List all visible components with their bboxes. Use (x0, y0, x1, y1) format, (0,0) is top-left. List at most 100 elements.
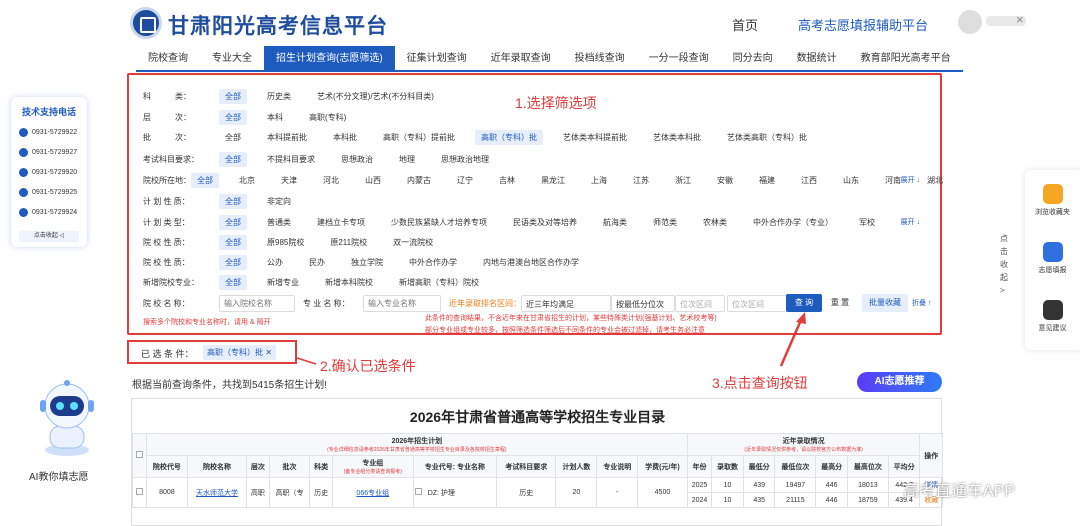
column-header-text: 专业代号: 专业名称 (424, 463, 486, 471)
column-header-text: 平均分 (893, 463, 915, 471)
tuition: 4500 (637, 477, 688, 508)
right-panel-label: 意见建议 (1038, 325, 1067, 332)
side-collapse-toggle[interactable]: 点击收起 > (1000, 232, 1010, 297)
column-header-text: 专业组 (362, 460, 384, 467)
column-header: 考试科目要求 (496, 455, 557, 478)
column-header-text: 最低分 (748, 463, 770, 471)
subject-cell: 历史 (496, 477, 557, 508)
level-cell: 高职 (246, 477, 270, 508)
column-header: 院校代号 (146, 455, 188, 478)
right-panel-item-1[interactable]: 志愿填报 (1025, 242, 1080, 275)
column-header-text: 专业说明 (603, 463, 632, 471)
row-checkbox-cell (132, 477, 147, 508)
step3-arrow-head (796, 312, 806, 324)
min-rank: 19497 (774, 477, 817, 493)
right-quick-panel: 浏览收藏夹志愿填报意见建议 (1025, 170, 1080, 350)
phone-number: 0931-5729925 (32, 189, 78, 196)
column-header: 最高位次 (846, 455, 889, 478)
right-panel-item-2[interactable]: 意见建议 (1025, 300, 1080, 333)
major-cell: DZ: 护理 (412, 477, 498, 508)
tech-support-title: 技术支持电话 (21, 107, 76, 117)
plan-header: 2026年招生计划 (专业详细信息请参考2026年甘肃省普通高等学校招生专业目录及… (146, 433, 688, 456)
plan-header-sub: (专业详细信息请参考2026年甘肃省普通高等学校招生专业目录及各院校招生章程) (327, 447, 507, 453)
major-name: DZ: 护理 (427, 489, 455, 497)
major-note: - (596, 477, 639, 508)
right-panel-label: 浏览收藏夹 (1035, 209, 1070, 216)
table-row: 8008 天水师范大学 高职 高职（专 历史 066专业组 DZ: 护理 历史 20-4500 2… (132, 477, 943, 508)
results-table-panel: 2026年甘肃省普通高等学校招生专业目录 2026年招生计划 (专业详细信息请参考… (131, 398, 943, 526)
select-all-header (132, 433, 147, 478)
column-header: 平均分 (887, 455, 921, 478)
column-header-text: 院校代号 (152, 463, 181, 471)
phone-icon (19, 128, 28, 137)
phone-number: 0931-5729924 (32, 209, 78, 216)
phone-icon (19, 168, 28, 177)
select-all-checkbox[interactable] (136, 451, 143, 458)
column-header: 科类 (309, 455, 333, 478)
column-header-text: 批次 (282, 463, 297, 471)
right-panel-label: 志愿填报 (1038, 267, 1067, 274)
column-header: 专业说明 (596, 455, 639, 478)
column-header-text: 年份 (692, 463, 707, 471)
watermark-text: 高考直通车APP (903, 483, 1016, 500)
action-header: 操作 (919, 433, 943, 478)
support-phone[interactable]: 0931-5729920 (19, 168, 77, 177)
phone-icon (19, 188, 28, 197)
admit-count: 10 (711, 492, 744, 508)
fold-support-card-button[interactable]: 点击收起 ◁ (19, 231, 79, 242)
column-header-row: 院校代号 院校名称 层次 批次 科类 专业组 (备专业组分类请查询报考) 专业代号: 专业名称… (133, 455, 943, 478)
support-phone[interactable]: 0931-5729924 (19, 208, 77, 217)
min-score: 435 (742, 492, 776, 508)
column-header-text: 计划人数 (562, 463, 591, 471)
column-header: 录取数 (711, 455, 744, 478)
max-rank: 18013 (846, 477, 889, 493)
support-phone[interactable]: 0931-5729925 (19, 188, 77, 197)
column-header-text: 最低位次 (781, 463, 810, 471)
min-score: 439 (742, 477, 776, 493)
result-count-text: 根据当前查询条件，共找到5415条招生计划! (132, 380, 328, 391)
max-score: 446 (815, 477, 848, 493)
column-header: 院校名称 (186, 455, 248, 478)
column-header: 最低位次 (774, 455, 817, 478)
step3-arrow-line (779, 319, 803, 367)
support-phone[interactable]: 0931-5729922 (19, 128, 77, 137)
column-header: 层次 (246, 455, 270, 478)
column-header: 最高分 (815, 455, 848, 478)
phone-icon (19, 148, 28, 157)
column-header: 最低分 (742, 455, 776, 478)
school-name-link[interactable]: 天水师范大学 (186, 477, 248, 508)
right-panel-item-0[interactable]: 浏览收藏夹 (1025, 184, 1080, 217)
volunteer-fill-icon (1042, 242, 1063, 262)
phone-icon (19, 208, 28, 217)
school-code: 8008 (146, 477, 188, 508)
qr-code-icon (1042, 300, 1063, 320)
recent-header-sub: (近年录取情况仅供参考，请以院校官方公布数据为准) (744, 447, 863, 453)
column-header: 学费(元/年) (637, 455, 688, 478)
column-header-text: 考试科目要求 (505, 463, 548, 471)
row-checkbox[interactable] (136, 488, 143, 495)
column-header: 年份 (686, 455, 713, 478)
ai-recommend-button[interactable]: AI志愿推荐 (857, 372, 942, 392)
results-table: 2026年招生计划 (专业详细信息请参考2026年甘肃省普通高等学校招生专业目录及… (132, 433, 943, 508)
max-score: 446 (815, 492, 848, 508)
tech-support-card: 技术支持电话 0931-5729922 0931-5729927 0931-5729… (11, 97, 87, 247)
column-header: 批次 (268, 455, 311, 478)
recent-header-text: 近年录取情况 (782, 438, 825, 445)
admit-count: 10 (711, 477, 744, 493)
year-cell: 2024 (686, 492, 713, 508)
major-checkbox[interactable] (414, 487, 422, 495)
category-cell: 历史 (309, 477, 333, 508)
major-group-link[interactable]: 066专业组 (331, 477, 414, 508)
ai-robot-mascot-icon[interactable] (34, 380, 100, 458)
max-rank: 18759 (846, 492, 889, 508)
min-rank: 21115 (774, 492, 817, 508)
support-phone[interactable]: 0931-5729927 (19, 148, 77, 157)
phone-number: 0931-5729920 (32, 169, 78, 176)
column-header-text: 录取数 (717, 463, 739, 471)
ai-caption: AI教你填志愿 (29, 472, 89, 483)
column-header-text: 层次 (250, 463, 265, 471)
plan-count: 20 (555, 477, 598, 508)
column-header: 计划人数 (555, 455, 598, 478)
favorites-icon (1042, 184, 1063, 204)
group-sub-note: (备专业组分类请查询报考) (343, 469, 402, 475)
